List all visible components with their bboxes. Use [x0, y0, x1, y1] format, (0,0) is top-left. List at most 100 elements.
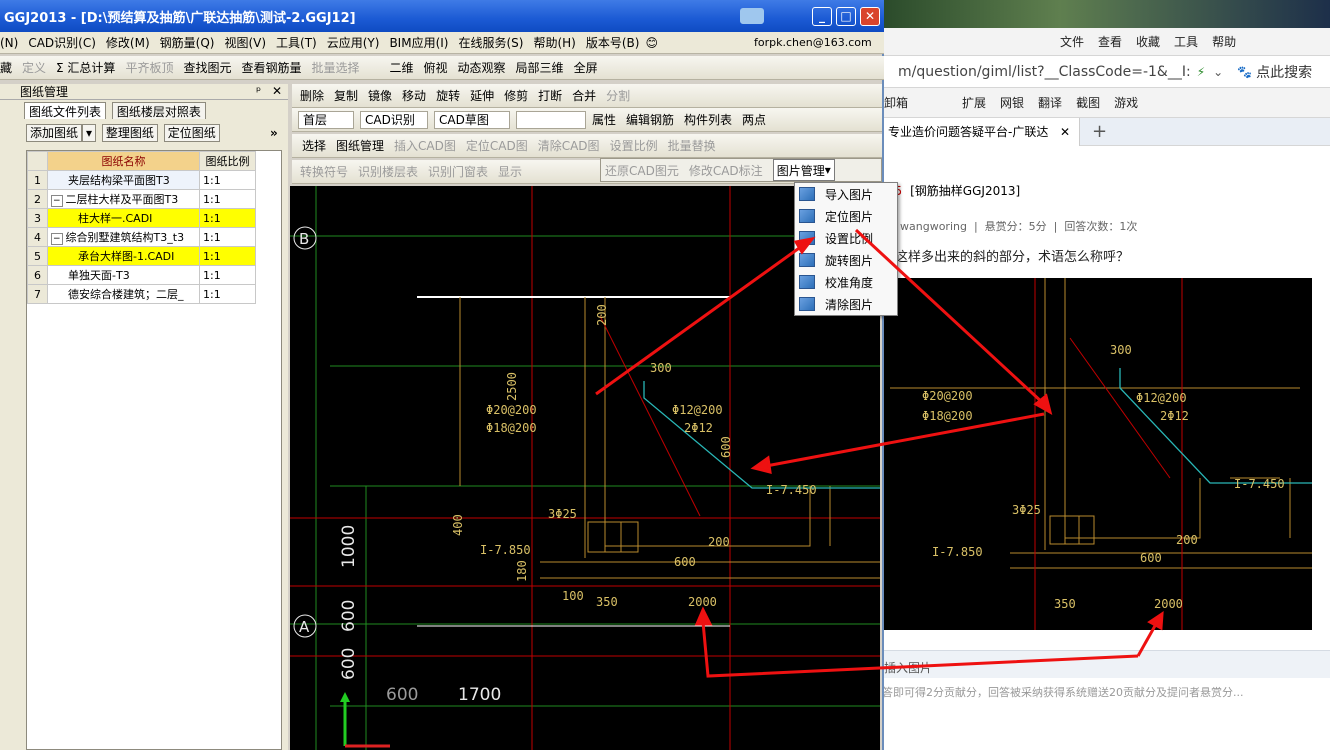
- edit-rebar-button[interactable]: 编辑钢筋: [626, 109, 674, 131]
- collapse-icon[interactable]: −: [51, 195, 63, 207]
- rotate-button[interactable]: 旋转: [436, 85, 460, 107]
- display-button[interactable]: 显示: [498, 161, 522, 183]
- align-slab-button[interactable]: 平齐板顶: [125, 57, 173, 79]
- avatar[interactable]: 😊: [645, 36, 658, 50]
- row-scale[interactable]: 1:1: [199, 208, 256, 228]
- row-name[interactable]: − 综合别墅建筑结构T3_t3: [47, 227, 200, 247]
- cad-canvas[interactable]: Φ20@200 Φ18@200 Φ12@200 2Φ12 300 600 200…: [290, 186, 880, 750]
- table-row[interactable]: 2− 二层柱大样及平面图T3 1:1: [27, 189, 256, 209]
- menu-cloud[interactable]: 云应用(Y): [327, 34, 380, 51]
- properties-button[interactable]: 属性: [592, 109, 616, 131]
- search-box[interactable]: 点此搜索: [1256, 62, 1312, 82]
- insert-image-link[interactable]: 插入图片: [884, 659, 932, 676]
- browser-menu-help[interactable]: 帮助: [1212, 33, 1236, 50]
- column-header-name[interactable]: 图纸名称: [47, 151, 200, 171]
- identify-floor-table-button[interactable]: 识别楼层表: [358, 161, 418, 183]
- menu-version[interactable]: 版本号(B): [586, 34, 640, 51]
- account-label[interactable]: forpk.chen@163.com: [754, 36, 872, 49]
- table-row[interactable]: 5 承台大样图-1.CADI 1:1: [27, 246, 256, 266]
- chevron-down-icon[interactable]: ⌄: [1213, 65, 1223, 79]
- close-icon[interactable]: ✕: [1060, 125, 1070, 139]
- menu-view[interactable]: 视图(V): [224, 34, 266, 51]
- new-tab-button[interactable]: +: [1092, 121, 1107, 142]
- menu-modify[interactable]: 修改(M): [106, 34, 150, 51]
- row-name[interactable]: 单独天面-T3: [47, 265, 200, 285]
- define-button[interactable]: 定义: [22, 57, 46, 79]
- table-row[interactable]: 7 德安综合楼建筑；二层_ 1:1: [27, 284, 256, 304]
- menu-locate-picture[interactable]: 定位图片: [795, 205, 897, 227]
- add-drawing-button[interactable]: 添加图纸: [26, 124, 83, 142]
- collapse-icon[interactable]: −: [51, 233, 63, 245]
- dynamic-view-button[interactable]: 动态观察: [458, 57, 506, 79]
- panel-close-icon[interactable]: ✕: [272, 84, 282, 98]
- delete-button[interactable]: 删除: [300, 85, 324, 107]
- fullscreen-button[interactable]: 全屏: [574, 57, 598, 79]
- row-name[interactable]: 承台大样图-1.CADI: [47, 246, 200, 266]
- select-button[interactable]: 选择: [302, 135, 326, 157]
- convert-symbol-button[interactable]: 转换符号: [300, 161, 348, 183]
- picture-manage-button[interactable]: 图片管理 ▾: [772, 159, 835, 181]
- break-button[interactable]: 打断: [538, 85, 562, 107]
- assistant-icon[interactable]: [740, 8, 764, 24]
- local-3d-button[interactable]: 局部三维: [516, 57, 564, 79]
- menu-clear-picture[interactable]: 清除图片: [795, 293, 897, 315]
- add-drawing-dropdown[interactable]: ▾: [82, 124, 97, 142]
- draft-select[interactable]: CAD草图: [434, 110, 510, 129]
- browser-menu-view[interactable]: 查看: [1098, 33, 1122, 50]
- split-button[interactable]: 分割: [606, 85, 630, 107]
- row-scale[interactable]: 1:1: [199, 246, 256, 266]
- pin-icon[interactable]: ᵖ: [256, 84, 261, 98]
- row-name[interactable]: − 二层柱大样及平面图T3: [47, 189, 200, 209]
- tab-floor-mapping[interactable]: 图纸楼层对照表: [111, 102, 206, 119]
- bookmark-translate[interactable]: 翻译: [1038, 94, 1062, 111]
- menu-help[interactable]: 帮助(H): [533, 34, 575, 51]
- panel-more-icon[interactable]: »: [270, 126, 278, 140]
- menu-calibrate-angle[interactable]: 校准角度: [795, 271, 897, 293]
- trim-button[interactable]: 修剪: [504, 85, 528, 107]
- row-scale[interactable]: 1:1: [199, 227, 256, 247]
- restore-cad-button[interactable]: 还原CAD图元: [605, 159, 679, 181]
- table-row[interactable]: 1 夹层结构梁平面图T3 1:1: [27, 170, 256, 190]
- mirror-button[interactable]: 镜像: [368, 85, 392, 107]
- close-icon[interactable]: ✕: [860, 7, 880, 26]
- modify-cad-label-button[interactable]: 修改CAD标注: [689, 159, 763, 181]
- copy-button[interactable]: 复制: [334, 85, 358, 107]
- menu-tools[interactable]: 工具(T): [276, 34, 317, 51]
- tab-file-list[interactable]: 图纸文件列表: [24, 102, 107, 119]
- organize-drawing-button[interactable]: 整理图纸: [101, 124, 158, 142]
- browser-menu-tools[interactable]: 工具: [1174, 33, 1198, 50]
- set-scale-button[interactable]: 设置比例: [610, 135, 658, 157]
- bookmark-mailbox[interactable]: 卸箱: [884, 94, 908, 111]
- find-element-button[interactable]: 查找图元: [183, 57, 231, 79]
- table-row[interactable]: 3 柱大样一.CADI 1:1: [27, 208, 256, 228]
- menu-bim[interactable]: BIM应用(I): [389, 34, 448, 51]
- insert-cad-button[interactable]: 插入CAD图: [394, 135, 456, 157]
- move-button[interactable]: 移动: [402, 85, 426, 107]
- bookmark-games[interactable]: 游戏: [1114, 94, 1138, 111]
- hide-button[interactable]: 藏: [0, 57, 12, 79]
- bookmark-extension[interactable]: 扩展: [962, 94, 986, 111]
- clear-cad-button[interactable]: 清除CAD图: [538, 135, 600, 157]
- menu-rotate-picture[interactable]: 旋转图片: [795, 249, 897, 271]
- table-row[interactable]: 6 单独天面-T3 1:1: [27, 265, 256, 285]
- browser-tab[interactable]: 专业造价问题答疑平台-广联达 ✕: [880, 117, 1080, 146]
- component-list-button[interactable]: 构件列表: [684, 109, 732, 131]
- column-header-scale[interactable]: 图纸比例: [199, 151, 256, 171]
- row-name[interactable]: 柱大样一.CADI: [47, 208, 200, 228]
- identify-door-table-button[interactable]: 识别门窗表: [428, 161, 488, 183]
- top-view-button[interactable]: 俯视: [424, 57, 448, 79]
- locate-drawing-button[interactable]: 定位图纸: [163, 124, 220, 142]
- menu-new[interactable]: (N): [0, 36, 18, 50]
- minimize-icon[interactable]: _: [812, 7, 832, 26]
- row-name[interactable]: 德安综合楼建筑；二层_: [47, 284, 200, 304]
- extend-button[interactable]: 延伸: [470, 85, 494, 107]
- menu-online[interactable]: 在线服务(S): [458, 34, 523, 51]
- floor-select[interactable]: 首层: [298, 110, 354, 129]
- row-scale[interactable]: 1:1: [199, 265, 256, 285]
- row-scale[interactable]: 1:1: [199, 189, 256, 209]
- browser-menu-favorites[interactable]: 收藏: [1136, 33, 1160, 50]
- mode-select[interactable]: CAD识别: [360, 110, 428, 129]
- menu-cad[interactable]: CAD识别(C): [28, 34, 96, 51]
- row-scale[interactable]: 1:1: [199, 284, 256, 304]
- batch-replace-button[interactable]: 批量替换: [668, 135, 716, 157]
